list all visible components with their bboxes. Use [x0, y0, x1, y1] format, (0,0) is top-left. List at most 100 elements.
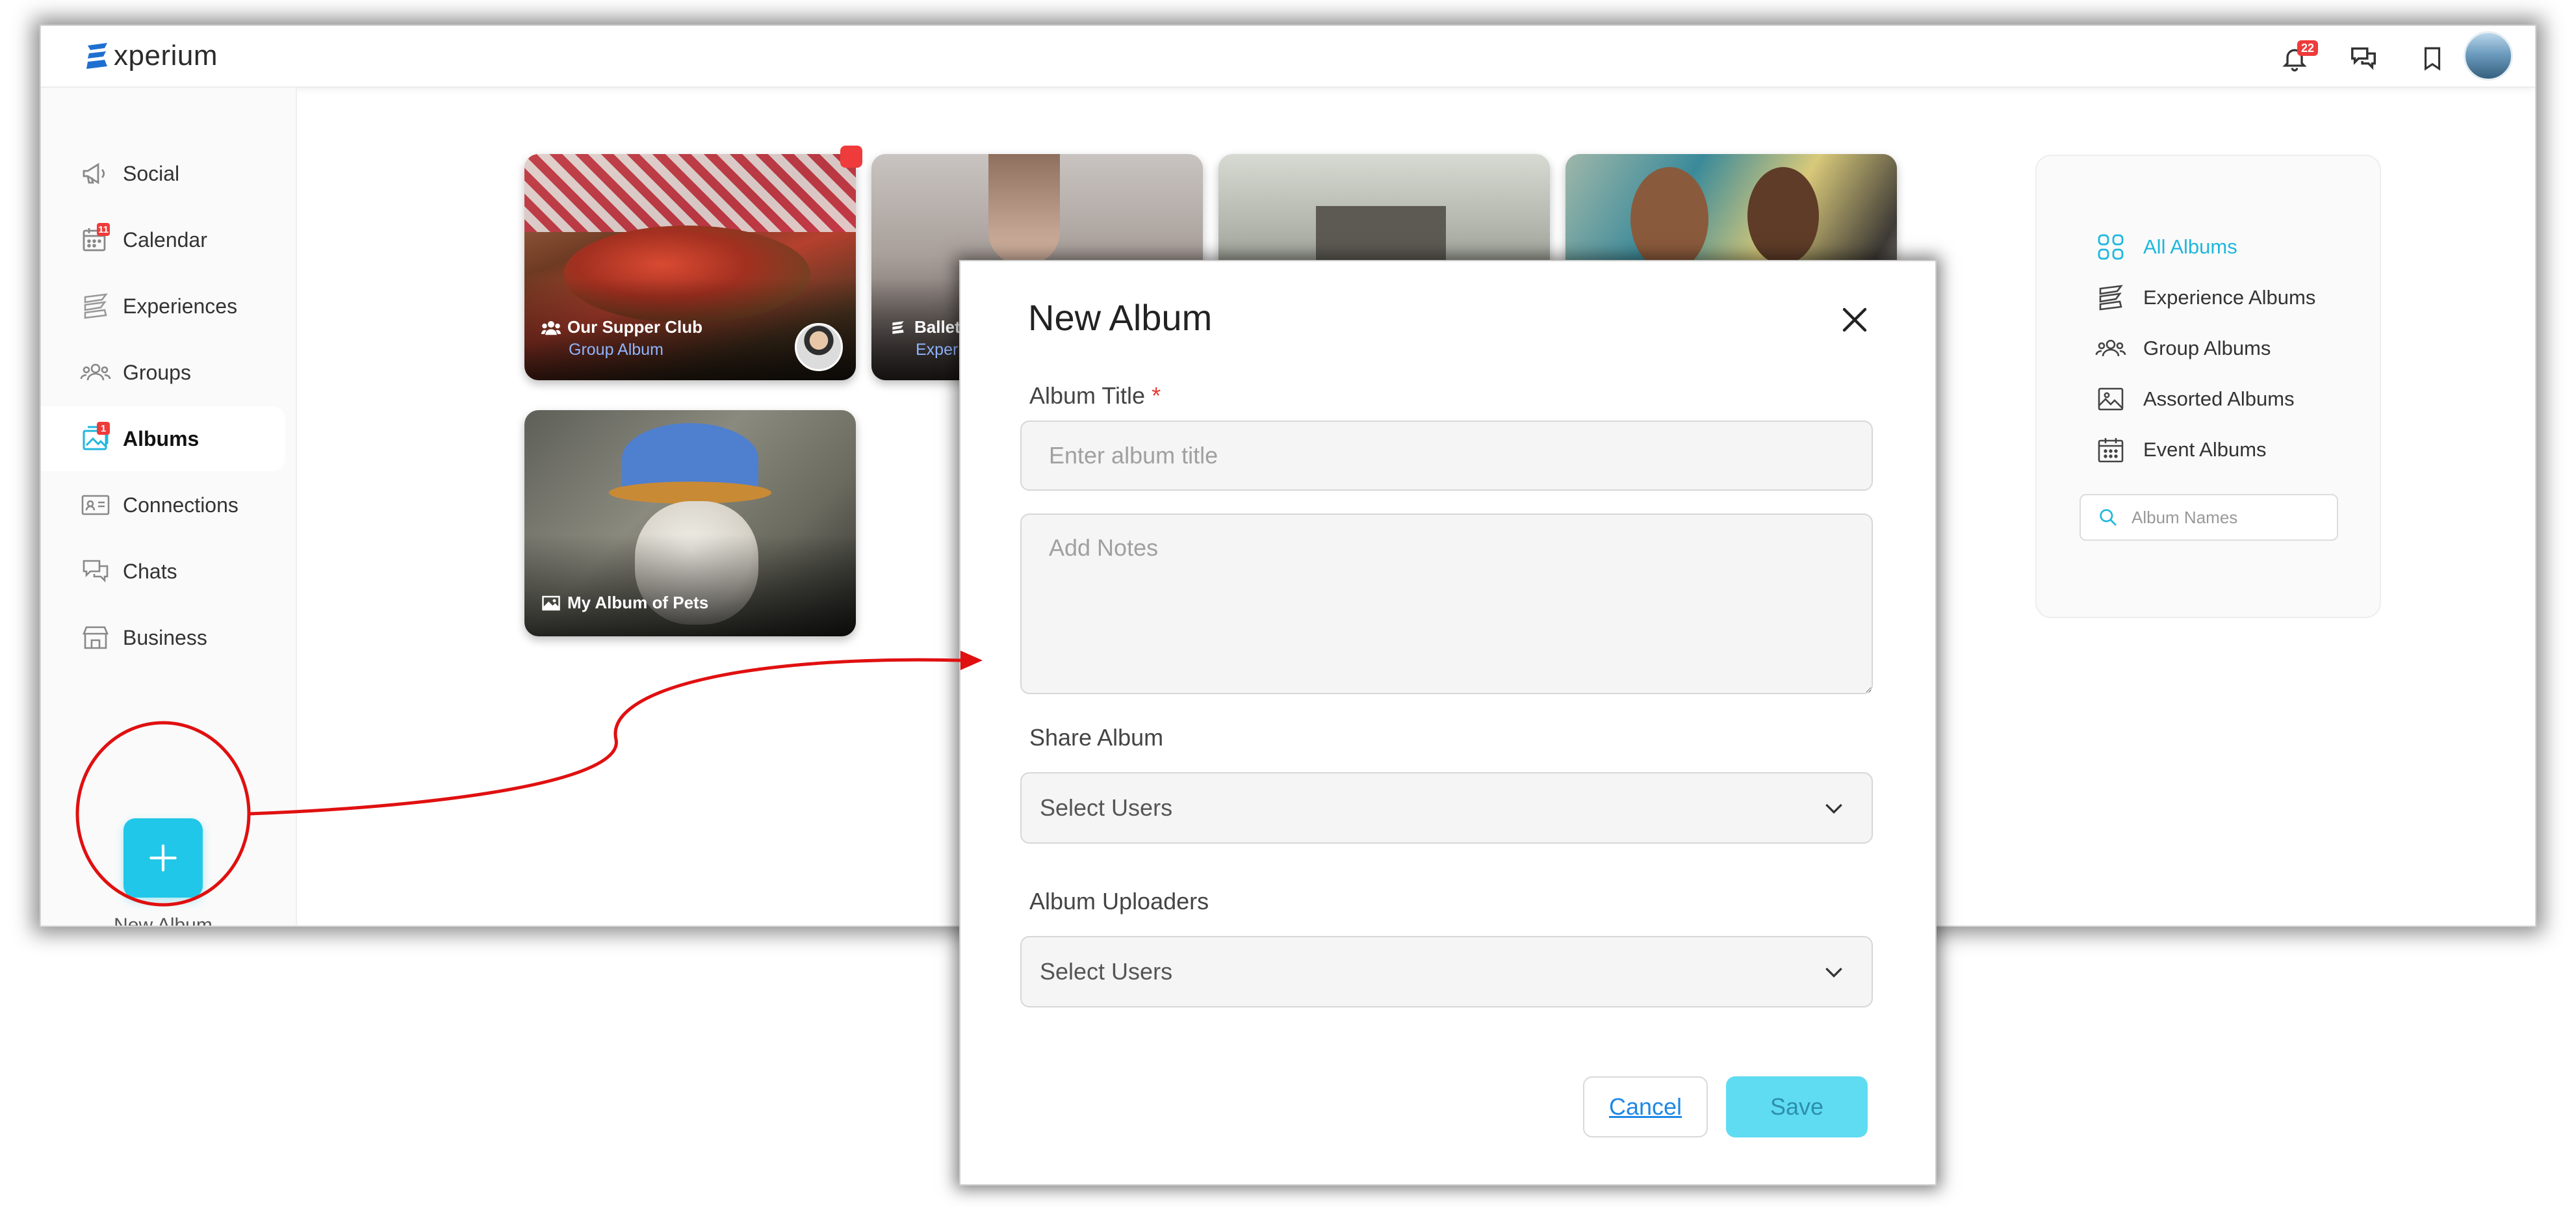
modal-title: New Album	[1028, 297, 1213, 338]
album-card[interactable]: Our Supper Club Group Album	[524, 154, 856, 380]
album-title: My Album of Pets	[567, 593, 709, 612]
album-cover-image	[609, 482, 771, 504]
sidebar-item-experiences[interactable]: Experiences	[41, 274, 285, 339]
notification-count-badge: 22	[2297, 40, 2319, 56]
experium-logo-icon	[892, 320, 904, 334]
group-icon	[541, 320, 561, 335]
new-album-label: New Album	[114, 915, 213, 927]
logo[interactable]: xperium	[85, 39, 218, 73]
album-search-box[interactable]	[2080, 494, 2338, 541]
chevron-down-icon	[1825, 967, 1842, 978]
uploaders-users-select[interactable]: Select Users	[1020, 936, 1873, 1007]
plus-icon	[149, 844, 177, 872]
messages-button[interactable]	[2345, 40, 2382, 77]
albums-icon-wrap: 1	[80, 422, 111, 454]
save-button[interactable]: Save	[1726, 1076, 1868, 1137]
album-subtitle: Exper	[916, 341, 959, 359]
album-title: Our Supper Club	[567, 317, 702, 337]
calendar-icon-wrap: 11	[80, 223, 111, 255]
groups-icon	[80, 363, 111, 381]
sidebar-item-label: Chats	[123, 559, 177, 583]
calendar-icon	[2098, 438, 2124, 463]
user-avatar[interactable]	[2464, 31, 2513, 81]
album-title: Ballet	[914, 317, 960, 337]
image-icon	[2098, 387, 2124, 411]
required-marker: *	[1152, 382, 1161, 409]
image-icon	[542, 595, 560, 610]
calendar-badge: 11	[97, 223, 110, 236]
filter-group-albums[interactable]: Group Albums	[2095, 329, 2271, 368]
album-uploaders-label: Album Uploaders	[1029, 888, 1209, 915]
album-title-input[interactable]	[1020, 421, 1873, 491]
filter-experience-albums[interactable]: Experience Albums	[2095, 278, 2315, 317]
album-cover-image	[1630, 167, 1708, 271]
card-shade	[524, 534, 856, 636]
experium-logo-icon	[2099, 285, 2123, 311]
chevron-down-icon	[1825, 803, 1842, 814]
sidebar-item-label: Connections	[123, 493, 238, 517]
search-icon	[2100, 509, 2117, 526]
filter-label: All Albums	[2143, 235, 2237, 258]
bookmark-icon	[2424, 47, 2441, 71]
filter-label: Group Albums	[2143, 337, 2271, 359]
sidebar-item-connections[interactable]: Connections	[41, 473, 285, 538]
bookmarks-button[interactable]	[2414, 40, 2451, 77]
notifications-button[interactable]: 22	[2276, 40, 2319, 77]
cancel-button[interactable]: Cancel	[1583, 1076, 1708, 1137]
share-select-value: Select Users	[1040, 794, 1173, 821]
sidebar-item-albums[interactable]: 1 Albums	[41, 406, 285, 471]
close-icon	[1842, 307, 1867, 332]
uploaders-select-value: Select Users	[1040, 958, 1173, 985]
albums-badge: 1	[97, 422, 110, 435]
album-title-row: Ballet	[888, 317, 960, 337]
logo-text: xperium	[114, 40, 218, 71]
contact-card-icon	[81, 495, 110, 515]
new-indicator-badge	[840, 146, 862, 168]
sidebar-item-social[interactable]: Social	[41, 141, 285, 206]
chat-bubbles-icon	[2351, 47, 2376, 70]
megaphone-icon	[83, 162, 105, 185]
sidebar: Social 11 Calendar Experiences Groups 1 …	[41, 88, 297, 926]
filter-assorted-albums[interactable]: Assorted Albums	[2095, 380, 2295, 419]
album-card[interactable]: My Album of Pets	[524, 410, 856, 636]
album-title-label: Album Title *	[1029, 382, 1161, 409]
sidebar-item-label: Calendar	[123, 227, 207, 252]
share-album-label: Share Album	[1029, 724, 1164, 751]
filter-all-albums[interactable]: All Albums	[2095, 227, 2237, 266]
filter-event-albums[interactable]: Event Albums	[2095, 430, 2267, 469]
sidebar-item-label: Albums	[123, 426, 200, 450]
sidebar-item-label: Groups	[123, 360, 191, 384]
new-album-modal: New Album Album Title * Share Album Sele…	[959, 260, 1937, 1186]
album-title-label-text: Album Title	[1029, 382, 1146, 409]
album-subtitle: Group Album	[569, 341, 663, 359]
new-album-button[interactable]	[123, 818, 203, 898]
sidebar-item-chats[interactable]: Chats	[41, 539, 285, 604]
close-button[interactable]	[1835, 300, 1874, 339]
album-filter-panel: All Albums Experience Albums Group Album…	[2035, 155, 2381, 618]
album-title-row: My Album of Pets	[541, 593, 708, 613]
sidebar-item-label: Experiences	[123, 294, 238, 318]
owner-avatar[interactable]	[795, 323, 843, 371]
sidebar-item-groups[interactable]: Groups	[41, 340, 285, 405]
experium-logo-icon	[84, 293, 108, 319]
album-cover-image	[988, 154, 1060, 265]
album-title-row: Our Supper Club	[541, 317, 702, 337]
groups-icon	[2095, 339, 2126, 357]
top-bar: xperium 22	[41, 26, 2535, 88]
sidebar-item-label: Social	[123, 161, 180, 185]
sidebar-item-label: Business	[123, 625, 207, 649]
chat-bubbles-icon	[83, 560, 109, 583]
album-cover-image	[524, 154, 856, 232]
grid-icon	[2098, 234, 2124, 260]
sidebar-item-calendar[interactable]: 11 Calendar	[41, 207, 285, 272]
album-search-input[interactable]	[2130, 506, 2312, 528]
storefront-icon	[83, 626, 109, 649]
filter-label: Experience Albums	[2143, 286, 2316, 309]
share-users-select[interactable]: Select Users	[1020, 772, 1873, 844]
filter-label: Event Albums	[2143, 438, 2267, 461]
sidebar-item-business[interactable]: Business	[41, 605, 285, 670]
notes-textarea[interactable]	[1020, 513, 1873, 694]
album-cover-image	[1747, 167, 1819, 265]
experium-logo-icon	[86, 43, 107, 69]
filter-label: Assorted Albums	[2143, 387, 2295, 410]
